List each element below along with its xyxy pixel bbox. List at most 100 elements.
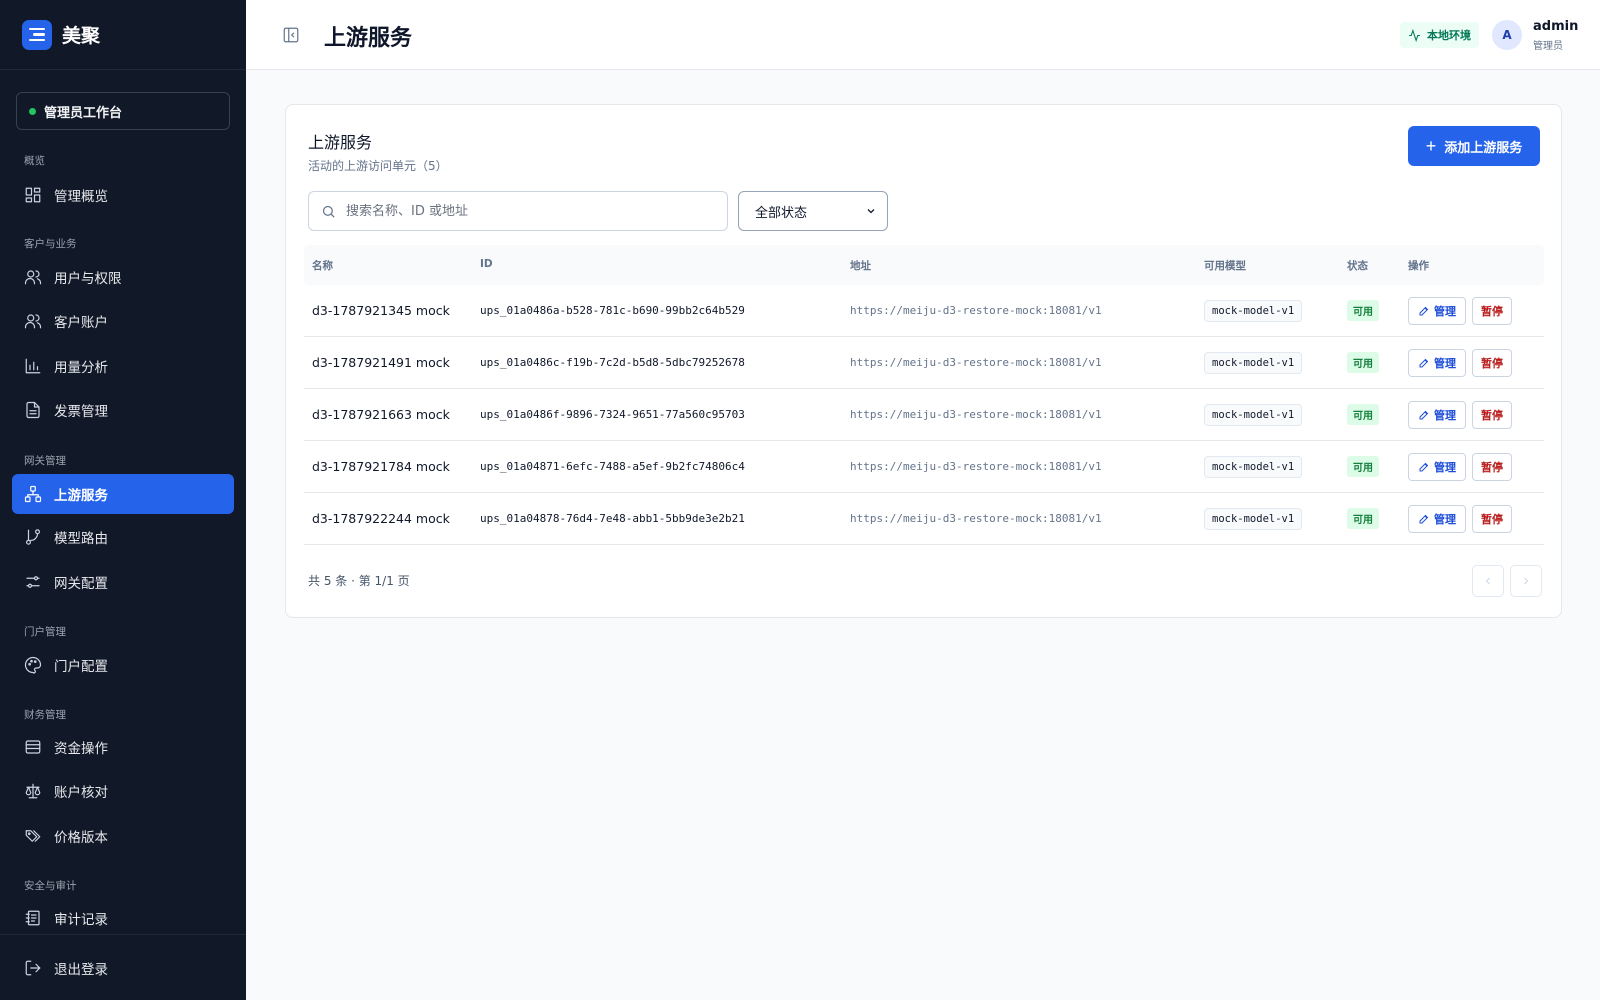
pause-button[interactable]: 暂停 xyxy=(1472,348,1512,377)
pencil-icon xyxy=(1419,462,1429,471)
status-cell: 可用 xyxy=(1347,337,1379,388)
invoice-icon xyxy=(26,401,40,419)
pause-label: 暂停 xyxy=(1481,356,1503,370)
sidebar-item-label: 发票管理 xyxy=(54,404,108,420)
upstream-name: d3-1787921345 mock xyxy=(312,303,450,318)
column-header-models: 可用模型 xyxy=(1204,260,1246,272)
manage-label: 管理 xyxy=(1434,512,1456,526)
column-header-actions: 操作 xyxy=(1408,260,1429,272)
logout-icon xyxy=(25,960,41,976)
scale-icon xyxy=(25,783,41,799)
nav-group-customers: 客户与业务 xyxy=(24,238,77,250)
status-cell: 可用 xyxy=(1347,493,1379,544)
nav-group-overview: 概览 xyxy=(24,155,45,167)
search-box[interactable] xyxy=(308,191,728,231)
sidebar-item-model-routing[interactable]: 模型路由 xyxy=(12,517,234,557)
bar-chart-icon xyxy=(25,358,41,374)
previous-page-button[interactable] xyxy=(1472,565,1504,597)
upstream-name: d3-1787921663 mock xyxy=(312,407,450,422)
upstream-id: ups_01a0486f-9896-7324-9651-77a560c95703 xyxy=(480,408,745,421)
pause-button[interactable]: 暂停 xyxy=(1472,296,1512,325)
table-row: d3-1787921663 mock ups_01a0486f-9896-7324… xyxy=(304,389,1544,441)
wallet-icon xyxy=(25,740,41,754)
manage-button[interactable]: 管理 xyxy=(1408,504,1466,533)
sidebar-item-label: 价格版本 xyxy=(54,830,108,846)
status-badge: 可用 xyxy=(1347,456,1379,477)
add-upstream-button[interactable]: + 添加上游服务 xyxy=(1408,126,1540,166)
table-body: d3-1787921345 mock ups_01a0486a-b528-781c… xyxy=(304,285,1544,545)
status-filter-select[interactable]: 全部状态 xyxy=(738,191,888,231)
model-cell: mock-model-v1 xyxy=(1204,493,1303,544)
upstream-id: ups_01a04871-6efc-7488-a5ef-9b2fc74806c4 xyxy=(480,460,745,473)
table-row: d3-1787921491 mock ups_01a0486c-f19b-7c2d… xyxy=(304,337,1544,389)
sidebar-item-users[interactable]: 用户与权限 xyxy=(12,257,234,297)
sidebar-item-label: 用量分析 xyxy=(54,360,108,376)
upstream-id: ups_01a0486a-b528-781c-b690-99bb2c64b529 xyxy=(480,304,745,317)
manage-button[interactable]: 管理 xyxy=(1408,348,1466,377)
sidebar-item-label: 模型路由 xyxy=(54,531,108,547)
table-header: 名称 ID 地址 可用模型 状态 操作 xyxy=(304,245,1544,285)
user-name[interactable]: admin xyxy=(1533,19,1578,34)
pencil-icon xyxy=(1419,410,1429,419)
activity-icon xyxy=(1409,28,1420,42)
manage-button[interactable]: 管理 xyxy=(1408,400,1466,429)
next-page-button[interactable] xyxy=(1510,565,1542,597)
status-badge: 可用 xyxy=(1347,300,1379,321)
sliders-icon xyxy=(26,576,40,588)
column-header-id: ID xyxy=(480,258,493,270)
sidebar-item-fund-operations[interactable]: 资金操作 xyxy=(12,727,234,767)
column-header-address: 地址 xyxy=(850,260,871,272)
sidebar-item-label: 审计记录 xyxy=(54,912,108,928)
manage-label: 管理 xyxy=(1434,356,1456,370)
pause-button[interactable]: 暂停 xyxy=(1472,504,1512,533)
nav-group-security: 安全与审计 xyxy=(24,880,77,892)
environment-badge: 本地环境 xyxy=(1400,22,1479,48)
logout-button[interactable]: 退出登录 xyxy=(12,948,234,988)
sidebar-item-upstream[interactable]: 上游服务 xyxy=(12,474,234,514)
manage-button[interactable]: 管理 xyxy=(1408,296,1466,325)
chevron-left-icon xyxy=(1485,577,1490,585)
sidebar-item-label: 账户核对 xyxy=(54,785,108,801)
sidebar-item-price-versions[interactable]: 价格版本 xyxy=(12,816,234,856)
model-cell: mock-model-v1 xyxy=(1204,337,1303,388)
sidebar-item-overview[interactable]: 管理概览 xyxy=(12,175,234,215)
chevron-right-icon xyxy=(1524,577,1529,585)
actions-cell: 管理 暂停 xyxy=(1408,441,1512,492)
actions-cell: 管理 暂停 xyxy=(1408,337,1512,388)
sidebar-item-portal-config[interactable]: 门户配置 xyxy=(12,645,234,685)
column-header-name: 名称 xyxy=(312,260,333,272)
pause-button[interactable]: 暂停 xyxy=(1472,452,1512,481)
upstream-card: 上游服务 活动的上游访问单元（5） + 添加上游服务 全部状态 名称 ID 地址… xyxy=(285,104,1562,618)
sidebar-item-reconciliation[interactable]: 账户核对 xyxy=(12,771,234,811)
sidebar-item-invoices[interactable]: 发票管理 xyxy=(12,390,234,430)
upstream-address: https://meiju-d3-restore-mock:18081/v1 xyxy=(850,304,1102,317)
workspace-switcher[interactable]: 管理员工作台 xyxy=(16,92,230,130)
top-header: 上游服务 本地环境 A admin 管理员 xyxy=(246,0,1600,70)
sidebar: 美聚 管理员工作台 概览 管理概览 客户与业务 用户与权限 客户账户 用量分析 … xyxy=(0,0,246,1000)
sidebar-item-audit-log[interactable]: 审计记录 xyxy=(12,898,234,938)
tags-icon xyxy=(25,830,41,842)
model-tag: mock-model-v1 xyxy=(1204,507,1303,530)
actions-cell: 管理 暂停 xyxy=(1408,389,1512,440)
sidebar-toggle-button[interactable] xyxy=(282,26,300,44)
brand[interactable]: 美聚 xyxy=(0,0,246,70)
status-badge: 可用 xyxy=(1347,508,1379,529)
pause-button[interactable]: 暂停 xyxy=(1472,400,1512,429)
pause-label: 暂停 xyxy=(1481,408,1503,422)
git-branch-icon xyxy=(26,529,40,545)
panel-collapse-icon xyxy=(283,27,299,43)
upstream-table: 名称 ID 地址 可用模型 状态 操作 d3-1787921345 mock up… xyxy=(304,245,1544,545)
sidebar-item-usage[interactable]: 用量分析 xyxy=(12,346,234,386)
sidebar-item-gateway-config[interactable]: 网关配置 xyxy=(12,562,234,602)
upstream-address: https://meiju-d3-restore-mock:18081/v1 xyxy=(850,460,1102,473)
sidebar-item-customers[interactable]: 客户账户 xyxy=(12,301,234,341)
plus-icon: + xyxy=(1425,136,1437,156)
avatar[interactable]: A xyxy=(1492,20,1522,50)
search-input[interactable] xyxy=(346,203,706,219)
sidebar-footer: 退出登录 xyxy=(0,934,246,1000)
manage-button[interactable]: 管理 xyxy=(1408,452,1466,481)
model-tag: mock-model-v1 xyxy=(1204,351,1303,374)
upstream-address: https://meiju-d3-restore-mock:18081/v1 xyxy=(850,356,1102,369)
pause-label: 暂停 xyxy=(1481,304,1503,318)
customers-icon xyxy=(24,314,42,329)
